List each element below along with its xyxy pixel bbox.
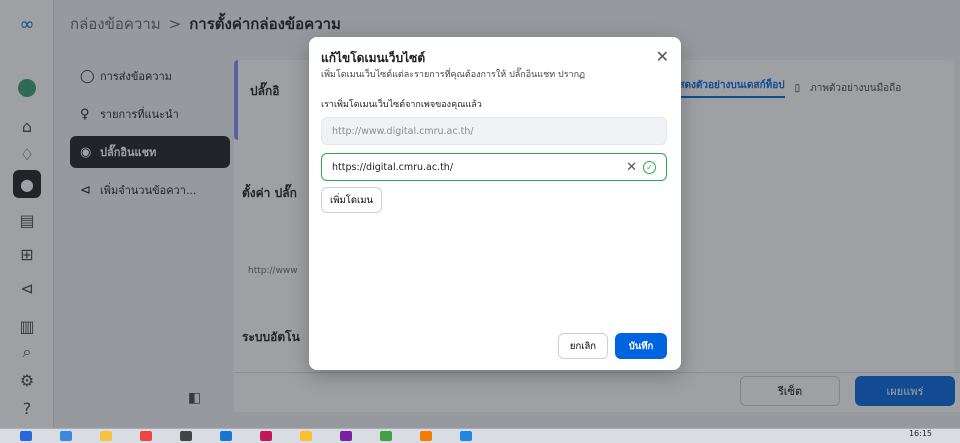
edit-domain-dialog: แก้ไขโดเมนเว็บไซต์ เพิ่มโดเมนเว็บไซต์แต่… — [309, 37, 681, 370]
taskbar-app-icon[interactable] — [180, 431, 192, 441]
cancel-button[interactable]: ยกเลิก — [558, 333, 608, 359]
taskbar-app-icon[interactable] — [300, 431, 312, 441]
add-domain-button[interactable]: เพิ่มโดเมน — [321, 187, 383, 213]
taskbar-app-icon[interactable] — [100, 431, 112, 441]
existing-domain-value: http://www.digital.cmru.ac.th/ — [332, 125, 474, 137]
taskbar-app-icon[interactable] — [260, 431, 272, 441]
taskbar-app-icon[interactable] — [420, 431, 432, 441]
existing-domain-field: http://www.digital.cmru.ac.th/ — [321, 117, 667, 145]
save-button[interactable]: บันทึก — [615, 333, 667, 359]
taskbar-clock: 16:15 — [908, 429, 932, 438]
clear-input-icon[interactable]: ✕ — [626, 160, 637, 175]
new-domain-input[interactable] — [332, 161, 621, 173]
taskbar-app-icon[interactable] — [340, 431, 352, 441]
taskbar-app-icon[interactable] — [460, 431, 472, 441]
new-domain-field[interactable]: ✕ ✓ — [321, 153, 667, 181]
taskbar-app-icon[interactable] — [380, 431, 392, 441]
taskbar-app-icon[interactable] — [60, 431, 72, 441]
dialog-description: เพิ่มโดเมนเว็บไซต์แต่ละรายการที่คุณต้องก… — [321, 70, 586, 80]
check-circle-icon: ✓ — [643, 160, 656, 174]
close-icon[interactable]: ✕ — [656, 47, 669, 66]
taskbar-app-icon[interactable] — [140, 431, 152, 441]
start-icon[interactable] — [20, 431, 32, 441]
dialog-lead-text: เราเพิ่มโดเมนเว็บไซต์จากเพจของคุณแล้ว — [321, 100, 482, 110]
dialog-title: แก้ไขโดเมนเว็บไซต์ — [321, 51, 426, 65]
taskbar-app-icon[interactable] — [220, 431, 232, 441]
